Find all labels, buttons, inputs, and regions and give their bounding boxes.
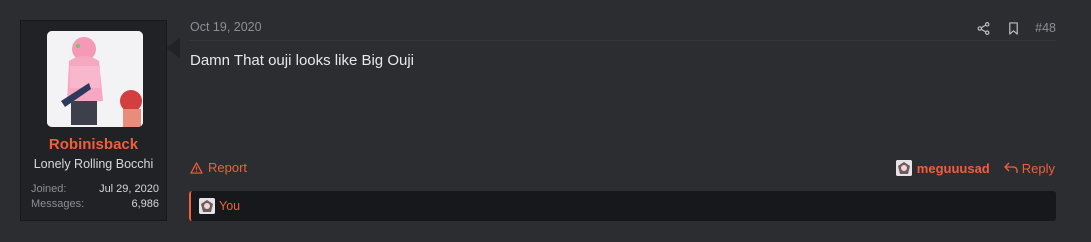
joined-label: Joined: bbox=[31, 183, 67, 195]
bookmark-icon[interactable] bbox=[1005, 20, 1021, 36]
messages-label: Messages: bbox=[31, 198, 85, 210]
post-header-actions: #48 bbox=[975, 19, 1056, 37]
user-panel-arrow bbox=[166, 38, 180, 58]
reply-button[interactable]: Reply bbox=[1004, 161, 1055, 176]
username[interactable]: Robinisback bbox=[21, 136, 166, 153]
share-icon[interactable] bbox=[975, 20, 991, 36]
reply-arrow-icon bbox=[1004, 162, 1018, 173]
post-date[interactable]: Oct 19, 2020 bbox=[190, 20, 262, 34]
report-label: Report bbox=[208, 160, 248, 175]
reacted-user-link[interactable]: meguuusad bbox=[895, 160, 990, 176]
post-number[interactable]: #48 bbox=[1035, 21, 1056, 35]
reaction-user-avatar bbox=[199, 198, 215, 214]
reacted-user-name: meguuusad bbox=[916, 160, 990, 176]
reply-label: Reply bbox=[1021, 160, 1055, 176]
messages-value: 6,986 bbox=[131, 198, 159, 210]
header-divider bbox=[189, 40, 1056, 41]
warning-triangle-icon bbox=[190, 161, 203, 174]
user-title: Lonely Rolling Bocchi bbox=[33, 157, 154, 171]
avatar[interactable] bbox=[47, 31, 143, 127]
post-footer-actions: meguuusad Reply bbox=[895, 160, 1055, 176]
joined-value: Jul 29, 2020 bbox=[99, 183, 159, 195]
report-button[interactable]: Report bbox=[190, 160, 247, 175]
reactions-who[interactable]: You bbox=[219, 199, 240, 213]
user-info-panel: Robinisback Lonely Rolling Bocchi Joined… bbox=[20, 20, 167, 221]
post-body: Damn That ouji looks like Big Ouji bbox=[190, 52, 414, 69]
avatar-image bbox=[47, 31, 143, 127]
reacted-user-avatar bbox=[895, 160, 912, 176]
message-post: Robinisback Lonely Rolling Bocchi Joined… bbox=[0, 0, 1091, 242]
reactions-bar[interactable]: You bbox=[189, 191, 1056, 221]
